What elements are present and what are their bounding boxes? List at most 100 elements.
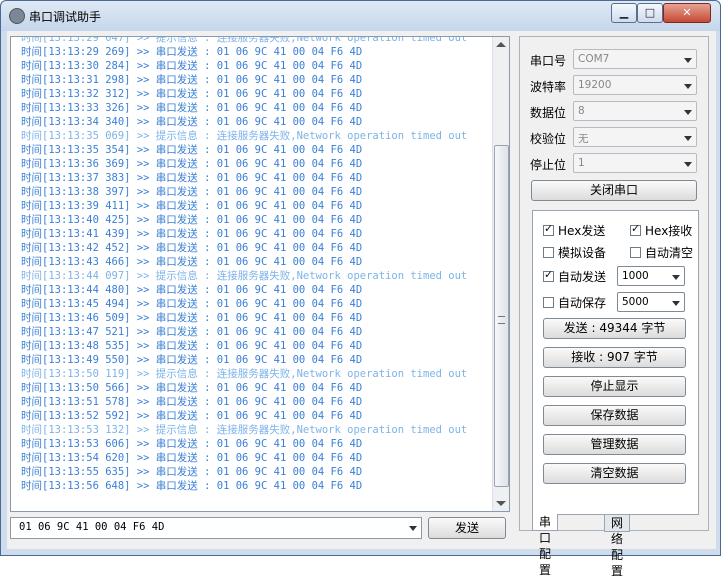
hex-recv-checkbox[interactable]: Hex接收 [630,222,692,239]
simulate-box[interactable] [543,247,554,258]
log-line: 时间[13:13:29 047] >> 提示信息 : 连接服务器失败,Netwo… [21,36,468,44]
close-window-button[interactable]: ✕ [663,3,711,23]
auto-send-box[interactable] [543,268,554,282]
scroll-thumb[interactable] [494,145,509,487]
scroll-up-icon[interactable] [496,42,506,47]
auto-save-box[interactable] [543,297,554,308]
window-title: 串口调试助手 [29,10,102,24]
log-line: 时间[13:13:56 648] >> 串口发送 : 01 06 9C 41 0… [21,480,363,492]
databits-value: 8 [578,105,585,117]
hex-recv-box[interactable] [630,222,641,236]
close-port-button[interactable]: 关闭串口 [531,180,697,201]
title-bar: 串口调试助手 ▁ □ ✕ [1,1,720,31]
parity-value: 无 [578,133,589,145]
app-gear-icon [9,8,25,24]
send-data-value: 01 06 9C 41 00 04 F6 4D [19,521,165,533]
log-line: 时间[13:13:43 466] >> 串口发送 : 01 06 9C 41 0… [21,256,363,268]
log-line: 时间[13:13:42 452] >> 串口发送 : 01 06 9C 41 0… [21,242,363,254]
app-window: 串口调试助手 ▁ □ ✕ 时间[13:13:29 047] >> 提示信息 : … [0,0,721,578]
auto-send-interval-value: 1000 [622,270,649,282]
simulate-checkbox[interactable]: 模拟设备 [543,244,606,261]
port-value: COM7 [578,53,610,65]
auto-clear-checkbox[interactable]: 自动清空 [630,244,693,261]
port-select[interactable]: COM7 [573,49,697,69]
log-line: 时间[13:13:38 397] >> 串口发送 : 01 06 9C 41 0… [21,186,363,198]
log-line: 时间[13:13:39 411] >> 串口发送 : 01 06 9C 41 0… [21,200,363,212]
log-line: 时间[13:13:29 269] >> 串口发送 : 01 06 9C 41 0… [21,46,363,58]
log-line: 时间[13:13:50 119] >> 提示信息 : 连接服务器失败,Netwo… [21,368,468,380]
databits-label: 数据位 [530,106,567,120]
hex-recv-label: Hex接收 [645,224,693,238]
chevron-down-icon [672,275,680,280]
scroll-down-icon[interactable] [496,501,506,506]
log-line: 时间[13:13:45 494] >> 串口发送 : 01 06 9C 41 0… [21,298,363,310]
log-line: 时间[13:13:46 509] >> 串口发送 : 01 06 9C 41 0… [21,312,363,324]
main-content: 时间[13:13:29 047] >> 提示信息 : 连接服务器失败,Netwo… [7,31,716,578]
log-line: 时间[13:13:48 535] >> 串口发送 : 01 06 9C 41 0… [21,340,363,352]
send-counter-button[interactable]: 发送 : 49344 字节 [543,318,686,339]
recv-counter-button[interactable]: 接收 : 907 字节 [543,347,686,368]
chevron-down-icon [684,110,692,115]
stopbits-select[interactable]: 1 [573,153,697,173]
hex-send-label: Hex发送 [558,224,606,238]
log-lines: 时间[13:13:29 047] >> 提示信息 : 连接服务器失败,Netwo… [21,36,491,493]
stopbits-value: 1 [578,157,585,169]
log-line: 时间[13:13:37 383] >> 串口发送 : 01 06 9C 41 0… [21,172,363,184]
hex-send-box[interactable] [543,222,554,236]
databits-select[interactable]: 8 [573,101,697,121]
auto-send-checkbox[interactable]: 自动发送 [543,268,606,285]
chevron-down-icon [684,58,692,63]
log-line: 时间[13:13:33 326] >> 串口发送 : 01 06 9C 41 0… [21,102,363,114]
stopbits-label: 停止位 [530,158,567,172]
tab-network-config[interactable]: 网络配置 [604,514,631,578]
save-data-button[interactable]: 保存数据 [543,405,686,426]
log-line: 时间[13:13:54 620] >> 串口发送 : 01 06 9C 41 0… [21,452,363,464]
log-line: 时间[13:13:49 550] >> 串口发送 : 01 06 9C 41 0… [21,354,363,366]
log-line: 时间[13:13:53 132] >> 提示信息 : 连接服务器失败,Netwo… [21,424,468,436]
clear-data-button[interactable]: 清空数据 [543,463,686,484]
port-label: 串口号 [530,54,567,68]
maximize-button[interactable]: □ [637,3,663,23]
manage-data-button[interactable]: 管理数据 [543,434,686,455]
baud-select[interactable]: 19200 [573,75,697,95]
options-group: Hex发送 Hex接收 模拟设备 自动清空 自动发送 1000 自动保存 500… [532,210,699,515]
log-line: 时间[13:13:31 298] >> 串口发送 : 01 06 9C 41 0… [21,74,363,86]
log-line: 时间[13:13:32 312] >> 串口发送 : 01 06 9C 41 0… [21,88,363,100]
chevron-down-icon[interactable] [409,526,417,531]
settings-panel: 串口号 COM7 波特率 19200 数据位 8 校验位 无 停止位 1 关闭串… [519,36,709,578]
simulate-label: 模拟设备 [558,246,607,260]
minimize-button[interactable]: ▁ [611,3,637,23]
chevron-down-icon [684,84,692,89]
scroll-grip-icon [498,316,505,324]
log-line: 时间[13:13:30 284] >> 串口发送 : 01 06 9C 41 0… [21,60,363,72]
chevron-down-icon [684,162,692,167]
auto-save-checkbox[interactable]: 自动保存 [543,294,606,311]
send-data-input[interactable]: 01 06 9C 41 00 04 F6 4D [10,517,422,539]
log-line: 时间[13:13:55 635] >> 串口发送 : 01 06 9C 41 0… [21,466,363,478]
chevron-down-icon [684,136,692,141]
tab-serial-config[interactable]: 串口配置 [532,514,559,577]
log-line: 时间[13:13:41 439] >> 串口发送 : 01 06 9C 41 0… [21,228,363,240]
auto-save-label: 自动保存 [558,296,607,310]
auto-send-interval-select[interactable]: 1000 [617,266,685,286]
auto-clear-box[interactable] [630,247,641,258]
receive-log[interactable]: 时间[13:13:29 047] >> 提示信息 : 连接服务器失败,Netwo… [10,36,510,512]
log-line: 时间[13:13:50 566] >> 串口发送 : 01 06 9C 41 0… [21,382,363,394]
parity-select[interactable]: 无 [573,127,697,147]
log-scrollbar[interactable] [492,37,509,511]
log-line: 时间[13:13:40 425] >> 串口发送 : 01 06 9C 41 0… [21,214,363,226]
stop-display-button[interactable]: 停止显示 [543,376,686,397]
send-button[interactable]: 发送 [428,517,506,539]
log-line: 时间[13:13:47 521] >> 串口发送 : 01 06 9C 41 0… [21,326,363,338]
auto-save-interval-select[interactable]: 5000 [617,292,685,312]
log-line: 时间[13:13:35 354] >> 串口发送 : 01 06 9C 41 0… [21,144,363,156]
auto-send-label: 自动发送 [558,270,607,284]
baud-value: 19200 [578,79,612,91]
log-line: 时间[13:13:34 340] >> 串口发送 : 01 06 9C 41 0… [21,116,363,128]
chevron-down-icon [672,301,680,306]
parity-label: 校验位 [530,132,567,146]
log-line: 时间[13:13:36 369] >> 串口发送 : 01 06 9C 41 0… [21,158,363,170]
auto-clear-label: 自动清空 [645,246,694,260]
baud-label: 波特率 [530,80,567,94]
hex-send-checkbox[interactable]: Hex发送 [543,222,605,239]
